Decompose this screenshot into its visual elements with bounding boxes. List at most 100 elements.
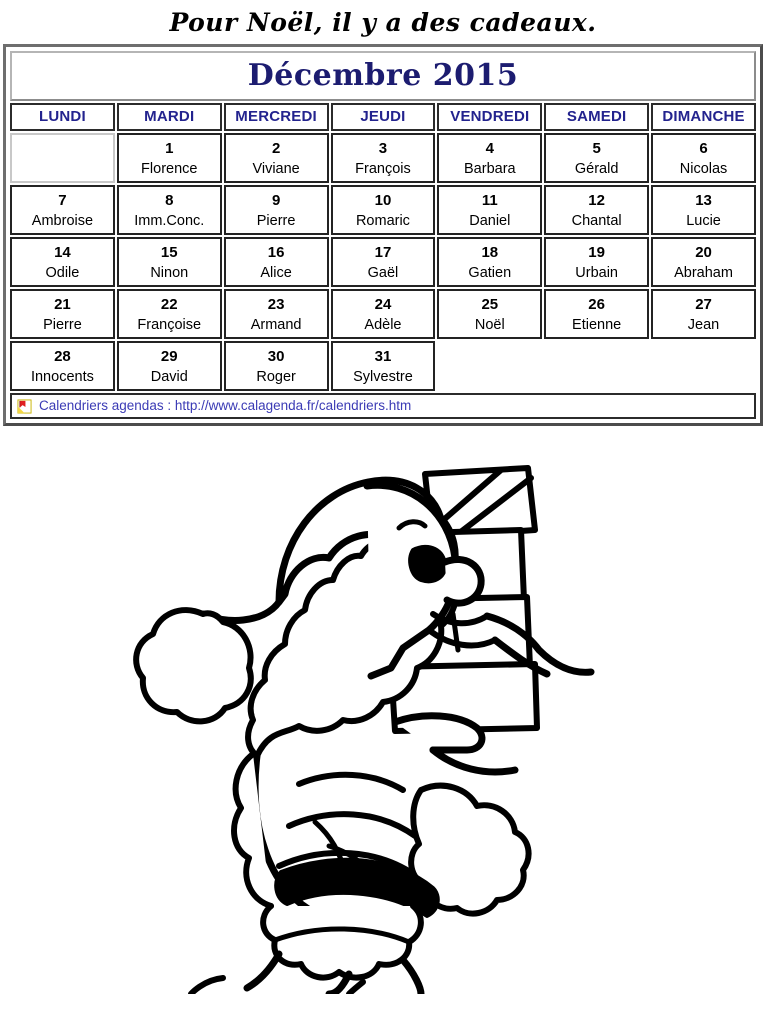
calendar-day-cell[interactable]: 26 Etienne [544, 289, 650, 339]
month-header-cell: Décembre 2015 [10, 51, 756, 101]
day-saint-name: David [150, 369, 188, 385]
calendar-day-cell[interactable]: 23 Armand [223, 289, 329, 339]
calendar-day-cell[interactable]: 27 Jean [651, 289, 756, 339]
calendar-empty-cell [651, 341, 756, 391]
calendar-day-cell[interactable]: 1 Florence [116, 133, 222, 183]
calendar-day-cell[interactable]: 11 Daniel [437, 185, 543, 235]
day-saint-name: Imm.Conc. [134, 213, 205, 229]
day-number: 1 [165, 140, 174, 157]
day-number: 13 [695, 192, 712, 209]
weekday-label: LUNDI [39, 108, 86, 125]
weekday-header-mercredi: MERCREDI [223, 103, 329, 131]
weekday-header-samedi: SAMEDI [544, 103, 650, 131]
day-number: 20 [695, 244, 712, 261]
calendar-empty-cell [10, 133, 115, 183]
calendar-day-cell[interactable]: 25 Noël [437, 289, 543, 339]
calendar-day-cell[interactable]: 16 Alice [223, 237, 329, 287]
day-saint-name: Innocents [30, 369, 94, 385]
calendar-day-cell[interactable]: 2 Viviane [223, 133, 329, 183]
day-saint-name: Lucie [686, 213, 721, 229]
day-number: 17 [374, 244, 392, 261]
day-saint-name: Odile [45, 265, 80, 281]
day-saint-name: Roger [256, 369, 296, 385]
day-number: 22 [160, 296, 178, 313]
calendar-week-row: 7 Ambroise 8 Imm.Conc. 9 Pierre 10 Romaric 11 Dan… [10, 185, 756, 235]
weekday-header-mardi: MARDI [116, 103, 222, 131]
day-saint-name: Gatien [468, 265, 512, 281]
calendar-day-cell[interactable]: 14 Odile [10, 237, 115, 287]
calendar-day-cell[interactable]: 6 Nicolas [651, 133, 756, 183]
calendar-day-cell[interactable]: 21 Pierre [10, 289, 115, 339]
day-number: 15 [160, 244, 178, 261]
calendar-day-cell[interactable]: 17 Gaël [330, 237, 436, 287]
day-number: 30 [267, 348, 285, 365]
calendar-table: Décembre 2015 LUNDI MARDI MERCREDI JEUDI [8, 49, 758, 421]
day-saint-name: Armand [250, 317, 302, 333]
calendar-day-cell[interactable]: 7 Ambroise [10, 185, 115, 235]
day-number: 19 [588, 244, 605, 261]
calendar-week-row: 1 Florence 2 Viviane 3 François 4 Barbara 5 Géral… [10, 133, 756, 183]
day-saint-name: Viviane [252, 161, 300, 177]
calendar-day-cell[interactable]: 15 Ninon [116, 237, 222, 287]
calendar-day-cell[interactable]: 29 David [116, 341, 222, 391]
day-saint-name: Gérald [574, 161, 619, 177]
day-number: 11 [481, 192, 498, 209]
day-number: 16 [267, 244, 285, 261]
calendar-day-cell[interactable]: 12 Chantal [544, 185, 650, 235]
calendar-day-cell[interactable]: 10 Romaric [330, 185, 436, 235]
day-saint-name: Alice [260, 265, 292, 281]
day-saint-name: Gaël [367, 265, 399, 281]
day-saint-name: Sylvestre [353, 369, 413, 385]
day-saint-name: Etienne [572, 317, 622, 333]
day-number: 2 [271, 140, 281, 157]
calendar-day-cell[interactable]: 4 Barbara [437, 133, 543, 183]
day-number: 25 [481, 296, 499, 313]
day-number: 4 [485, 140, 494, 157]
calendar-day-cell[interactable]: 3 François [330, 133, 436, 183]
day-saint-name: Ambroise [31, 213, 94, 229]
day-saint-name: Barbara [464, 161, 516, 177]
weekday-label: JEUDI [360, 108, 406, 125]
day-saint-name: Abraham [674, 265, 733, 281]
day-number: 21 [54, 296, 71, 313]
calendar-day-cell[interactable]: 19 Urbain [544, 237, 650, 287]
day-saint-name: Pierre [43, 317, 82, 333]
coat-fur-hem [260, 903, 424, 981]
day-saint-name: Urbain [575, 265, 618, 281]
calendar-footer-row: Calendriers agendas : http://www.calagen… [10, 393, 756, 419]
calendar-table-container: Décembre 2015 LUNDI MARDI MERCREDI JEUDI [3, 44, 763, 426]
calendar-day-cell[interactable]: 31 Sylvestre [330, 341, 436, 391]
calendar-day-cell[interactable]: 18 Gatien [437, 237, 543, 287]
page-title: Pour Noël, il y a des cadeaux. [169, 8, 597, 37]
day-saint-name: Chantal [571, 213, 622, 229]
calendar-day-cell[interactable]: 13 Lucie [651, 185, 756, 235]
day-saint-name: Romaric [355, 213, 410, 229]
day-saint-name: Pierre [256, 213, 296, 229]
calendar-day-cell[interactable]: 28 Innocents [10, 341, 115, 391]
santa-boot-right [346, 979, 366, 994]
day-number: 7 [58, 192, 67, 209]
calendar-day-cell[interactable]: 24 Adèle [330, 289, 436, 339]
calendar-day-cell[interactable]: 9 Pierre [223, 185, 329, 235]
santa-claus-with-gift-boxes-line-art [133, 465, 595, 994]
santa-boot-left [188, 975, 226, 994]
day-number: 8 [165, 192, 174, 209]
day-number: 23 [267, 296, 285, 313]
weekday-header-dimanche: DIMANCHE [651, 103, 756, 131]
calendar-credit-link[interactable]: Calendriers agendas : http://www.calagen… [39, 395, 411, 417]
calendar-day-cell[interactable]: 20 Abraham [651, 237, 756, 287]
calendar-day-cell[interactable]: 22 Françoise [116, 289, 222, 339]
weekday-label: MERCREDI [235, 108, 317, 125]
day-number: 9 [271, 192, 281, 209]
calendar-week-row: 21 Pierre 22 Françoise 23 Armand 24 Adèle 25 Noël… [10, 289, 756, 339]
day-saint-name: Adèle [364, 317, 402, 333]
calendar-day-cell[interactable]: 5 Gérald [544, 133, 650, 183]
day-saint-name: Jean [687, 317, 720, 333]
calendar-week-row: 14 Odile 15 Ninon 16 Alice 17 Gaël 18 Gatien 19 Urb… [10, 237, 756, 287]
weekday-label: VENDREDI [450, 108, 530, 125]
weekday-label: DIMANCHE [662, 108, 745, 125]
weekday-header-row: LUNDI MARDI MERCREDI JEUDI VENDREDI SAME… [10, 103, 756, 131]
day-number: 29 [160, 348, 178, 365]
calendar-day-cell[interactable]: 30 Roger [223, 341, 329, 391]
calendar-day-cell[interactable]: 8 Imm.Conc. [116, 185, 222, 235]
